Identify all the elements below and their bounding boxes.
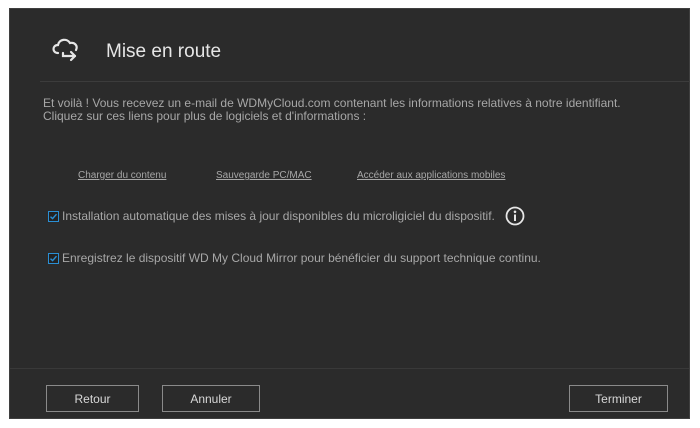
intro-links-prompt: Cliquez sur ces liens pour plus de logic… (43, 109, 367, 123)
info-icon[interactable] (505, 206, 525, 226)
backup-pc-mac-link[interactable]: Sauvegarde PC/MAC (216, 170, 312, 181)
intro-text: Et voilà ! Vous recevez un e-mail de WDM… (43, 97, 673, 123)
dialog-header: Mise en route (10, 9, 689, 81)
cancel-button[interactable]: Annuler (162, 385, 260, 412)
cloud-arrow-icon (52, 38, 78, 62)
register-device-checkbox[interactable] (48, 252, 59, 264)
setup-dialog: Mise en route Et voilà ! Vous recevez un… (9, 8, 690, 419)
upload-content-link[interactable]: Charger du contenu (78, 170, 166, 181)
header-divider (40, 81, 690, 82)
links-row: Charger du contenu Sauvegarde PC/MAC Acc… (10, 170, 689, 184)
mobile-apps-link[interactable]: Accéder aux applications mobiles (357, 170, 505, 181)
back-button[interactable]: Retour (46, 385, 139, 412)
register-device-option[interactable]: Enregistrez le dispositif WD My Cloud Mi… (48, 248, 541, 268)
checkmark-icon (50, 255, 58, 262)
finish-button[interactable]: Terminer (569, 385, 668, 412)
register-device-label: Enregistrez le dispositif WD My Cloud Mi… (62, 251, 541, 265)
auto-update-checkbox[interactable] (48, 210, 59, 222)
dialog-title: Mise en route (106, 41, 222, 62)
checkmark-icon (50, 213, 58, 220)
auto-update-label: Installation automatique des mises à jou… (62, 209, 495, 223)
dialog-footer: Retour Annuler Terminer (10, 368, 689, 420)
auto-update-option[interactable]: Installation automatique des mises à jou… (48, 206, 525, 226)
